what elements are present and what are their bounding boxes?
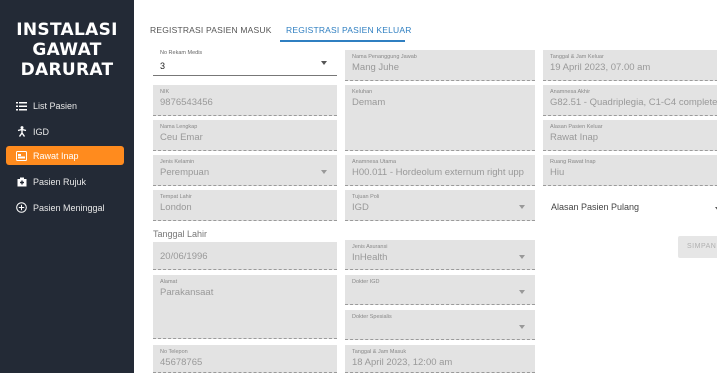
field-value: 45678765 xyxy=(160,357,203,368)
no-rekam-medis-select[interactable]: No Rekam Medis 3 xyxy=(153,46,337,76)
app-title-line-1: INSTALASI xyxy=(16,20,118,40)
active-tab-indicator xyxy=(280,40,405,42)
tanggal-jam-keluar-field[interactable]: Tanggal & Jam Keluar 19 April 2023, 07.0… xyxy=(543,50,717,81)
alamat-field[interactable]: Alamat Parakansaat xyxy=(153,275,337,339)
field-label: Nama Lengkap xyxy=(160,124,198,130)
field-value: Parakansaat xyxy=(160,287,214,298)
field-value: Rawat Inap xyxy=(550,132,599,143)
nik-field[interactable]: NIK 9876543456 xyxy=(153,85,337,116)
no-telepon-field[interactable]: No Telepon 45678765 xyxy=(153,345,337,373)
field-value: 20/06/1996 xyxy=(160,251,208,262)
field-label: Tempat Lahir xyxy=(160,194,192,200)
app-title-line-3: DARURAT xyxy=(20,60,114,80)
chevron-down-icon xyxy=(321,60,327,65)
field-value: Mang Juhe xyxy=(352,62,400,73)
tempat-lahir-field[interactable]: Tempat Lahir London xyxy=(153,190,337,221)
field-label: Tujuan Poli xyxy=(352,194,380,200)
field-label: NIK xyxy=(160,89,170,95)
plus-circle-icon xyxy=(16,202,27,213)
sidebar-item-label: IGD xyxy=(33,126,50,137)
field-value: 9876543456 xyxy=(160,97,213,108)
tanggal-lahir-field[interactable]: 20/06/1996 xyxy=(153,242,337,270)
simpan-button[interactable]: SIMPAN xyxy=(678,236,717,258)
nama-lengkap-field[interactable]: Nama Lengkap Ceu Emar xyxy=(153,120,337,151)
sidebar-item-pasien-rujuk[interactable]: Pasien Rujuk xyxy=(6,172,124,191)
field-label: No Rekam Medis xyxy=(160,50,203,56)
anamnesa-akhir-field[interactable]: Anamnesa Akhir G82.51 - Quadriplegia, C1… xyxy=(543,85,717,116)
field-label: Alamat xyxy=(160,279,178,285)
tab-registrasi-pasien-masuk[interactable]: REGISTRASI PASIEN MASUK xyxy=(150,25,272,35)
chevron-down-icon xyxy=(519,205,525,209)
field-label: Anamnesa Utama xyxy=(352,159,397,165)
sidebar-item-list-pasien[interactable]: List Pasien xyxy=(6,96,124,115)
field-value: Ceu Emar xyxy=(160,132,203,143)
field-label: Alasan Pasien Keluar xyxy=(550,124,603,130)
field-value: IGD xyxy=(352,202,369,213)
field-value: InHealth xyxy=(352,252,388,263)
chevron-down-icon xyxy=(519,289,525,294)
ruang-rawat-inap-field[interactable]: Ruang Rawat Inap Hiu xyxy=(543,155,717,186)
sidebar-item-label: Rawat Inap xyxy=(33,150,79,161)
tab-registrasi-pasien-keluar[interactable]: REGISTRASI PASIEN KELUAR xyxy=(286,25,412,35)
sidebar-item-label: Pasien Meninggal xyxy=(33,202,105,213)
field-value: G82.51 - Quadriplegia, C1-C4 complete xyxy=(550,97,717,108)
field-label: No Telepon xyxy=(160,349,188,355)
dokter-igd-select[interactable]: Dokter IGD xyxy=(345,275,535,305)
app-title-line-2: GAWAT xyxy=(32,40,102,60)
sidebar-item-pasien-meninggal[interactable]: Pasien Meninggal xyxy=(6,198,124,217)
bed-icon xyxy=(16,150,27,161)
field-label: Tanggal & Jam Keluar xyxy=(550,54,604,60)
jenis-kelamin-select[interactable]: Jenis Kelamin Perempuan xyxy=(153,155,337,186)
field-value: 19 April 2023, 07.00 am xyxy=(550,62,651,73)
tanggal-jam-masuk-field[interactable]: Tanggal & Jam Masuk 18 April 2023, 12:00… xyxy=(345,345,535,373)
alasan-pasien-keluar-field[interactable]: Alasan Pasien Keluar Rawat Inap xyxy=(543,120,717,151)
dokter-spesialis-select[interactable]: Dokter Spesialis xyxy=(345,310,535,340)
field-value: Hiu xyxy=(550,167,565,178)
sidebar-item-rawat-inap[interactable]: Rawat Inap xyxy=(6,146,124,165)
field-label: Dokter Spesialis xyxy=(352,314,392,320)
field-label: Anamnesa Akhir xyxy=(550,89,591,95)
field-label: Tanggal & Jam Masuk xyxy=(352,349,407,355)
app-title: INSTALASI GAWAT DARURAT xyxy=(0,20,134,80)
sidebar-item-label: List Pasien xyxy=(33,100,78,111)
keluhan-field[interactable]: Keluhan Demam xyxy=(345,85,535,151)
sidebar-item-igd[interactable]: IGD xyxy=(6,122,124,141)
field-value: London xyxy=(160,202,192,213)
tanggal-lahir-label: Tanggal Lahir xyxy=(153,229,208,239)
field-label: Ruang Rawat Inap xyxy=(550,159,596,165)
chevron-down-icon xyxy=(321,170,327,174)
sidebar-item-label: Pasien Rujuk xyxy=(33,176,87,187)
field-value: 18 April 2023, 12:00 am xyxy=(352,357,453,368)
tujuan-poli-select[interactable]: Tujuan Poli IGD xyxy=(345,190,535,221)
field-value: H00.011 - Hordeolum externum right upp xyxy=(352,167,524,178)
field-label: Keluhan xyxy=(352,89,373,95)
list-icon xyxy=(16,100,27,111)
anamnesa-utama-field[interactable]: Anamnesa Utama H00.011 - Hordeolum exter… xyxy=(345,155,535,186)
field-placeholder: Alasan Pasien Pulang xyxy=(551,202,640,212)
field-label: Jenis Asuransi xyxy=(352,244,388,250)
nama-penanggung-jawab-field[interactable]: Nama Penanggung Jawab Mang Juhe xyxy=(345,50,535,81)
person-walking-icon xyxy=(16,126,27,137)
field-value: Perempuan xyxy=(160,167,210,178)
chevron-down-icon xyxy=(519,254,525,259)
field-label: Nama Penanggung Jawab xyxy=(352,54,417,60)
chevron-down-icon xyxy=(519,324,525,329)
jenis-asuransi-select[interactable]: Jenis Asuransi InHealth xyxy=(345,240,535,270)
field-value: 3 xyxy=(160,61,166,71)
field-label: Jenis Kelamin xyxy=(160,159,195,165)
alasan-pasien-pulang-select[interactable]: Alasan Pasien Pulang xyxy=(543,192,717,222)
hospital-icon xyxy=(16,176,27,187)
field-label: Dokter IGD xyxy=(352,279,380,285)
sidebar: INSTALASI GAWAT DARURAT List Pasien IGD … xyxy=(0,0,134,373)
field-value: Demam xyxy=(352,97,386,108)
